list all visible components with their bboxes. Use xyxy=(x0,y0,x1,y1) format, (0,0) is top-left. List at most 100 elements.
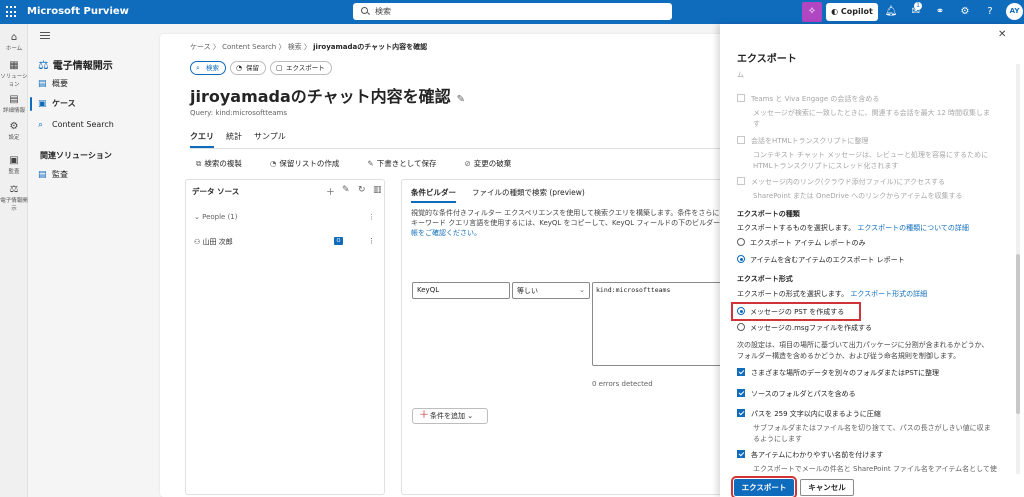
builder-tabs: 条件ビルダー ファイルの種類で検索 (preview) xyxy=(411,187,601,198)
html-desc2: HTMLトランスクリプトにスレッド化されます xyxy=(753,162,899,170)
rail-ediscovery[interactable]: ⚖ 電子情報開示 xyxy=(0,184,28,212)
teams-checkbox[interactable]: Teams と Viva Engage の会話を含める xyxy=(737,94,879,104)
add-condition-button[interactable]: ＋条件を追加 ⌄ xyxy=(412,408,488,424)
operator-select[interactable]: 等しい ⌄ xyxy=(512,282,590,299)
export-type-link[interactable]: エクスポートの種類についての詳細 xyxy=(857,224,969,232)
duplicate-search-button[interactable]: ⧉ 検索の複製 xyxy=(196,159,256,168)
add-icon[interactable]: ＋ xyxy=(326,185,335,198)
organize-checkbox[interactable]: さまざまな場所のデータを別々のフォルダまたはPSTに整理 xyxy=(737,368,939,378)
tab-file-type[interactable]: ファイルの種類で検索 (preview) xyxy=(472,188,585,197)
builder-desc-link[interactable]: 帳をご確認ください。 xyxy=(411,228,731,238)
opt-a-label: さまざまな場所のデータを別々のフォルダまたはPSTに整理 xyxy=(751,369,939,377)
compress-path-checkbox[interactable]: パスを 259 文字以内に収まるように圧縮 xyxy=(737,409,881,419)
settings-desc1: 次の設定は、項目の場所に基づいて出力パッケージに分割が含まれるかどうか、 xyxy=(737,341,989,349)
cancel-button[interactable]: キャンセル xyxy=(800,479,854,496)
pill-search[interactable]: ⌕ 検索 xyxy=(190,61,226,75)
edit-icon[interactable]: ✎ xyxy=(342,185,350,195)
nav-item-audit[interactable]: ▤ 監査 xyxy=(38,167,138,183)
checkbox-checked[interactable] xyxy=(737,450,745,458)
opt-c-desc2: るようにします xyxy=(753,435,802,443)
rail-learn[interactable]: ▤ 詳細情報 xyxy=(0,94,28,114)
export-icon: ▢ xyxy=(276,64,283,72)
nav-item-cases[interactable]: ▣ ケース xyxy=(38,96,138,112)
rail-ediscovery-label: 電子情報開示 xyxy=(0,198,28,212)
field-select[interactable]: KeyQL xyxy=(412,282,510,299)
gear-icon[interactable]: ⚙ xyxy=(958,5,972,19)
app-launcher-icon[interactable] xyxy=(6,6,18,18)
create-hold-button[interactable]: ◔ 保留リストの作成 xyxy=(270,159,354,168)
tab-statistics[interactable]: 統計 xyxy=(226,131,242,142)
export-format-link[interactable]: エクスポート形式の詳細 xyxy=(850,290,927,298)
solutions-icon: ▦ xyxy=(9,60,19,71)
breadcrumb-search[interactable]: 検索 xyxy=(288,43,302,51)
include-folders-checkbox[interactable]: ソースのフォルダとパスを含める xyxy=(737,389,856,399)
checkbox[interactable] xyxy=(737,94,745,102)
copilot-button[interactable]: ◐ Copilot xyxy=(826,3,878,21)
plus-icon: ＋ xyxy=(419,410,429,421)
tab-sample[interactable]: サンプル xyxy=(254,131,286,142)
pill-export[interactable]: ▢ エクスポート xyxy=(270,61,332,75)
nav-item-content-search[interactable]: ⌕ Content Search xyxy=(38,117,138,133)
checkbox-checked[interactable] xyxy=(737,368,745,376)
checkbox[interactable] xyxy=(737,177,745,185)
tab-condition-builder[interactable]: 条件ビルダー xyxy=(411,188,456,197)
avatar[interactable]: AY xyxy=(1006,3,1023,20)
chevron-down-icon: ⌄ xyxy=(579,286,585,294)
main-card: ケース 〉 Content Search 〉 検索 〉 jiroyamadaのチ… xyxy=(160,34,760,497)
breadcrumb-cases[interactable]: ケース xyxy=(190,43,211,51)
discard-changes-button[interactable]: ⊘ 変更の破棄 xyxy=(464,159,525,168)
brand-name[interactable]: Microsoft Purview xyxy=(27,6,129,17)
links-checkbox[interactable]: メッセージ内のリンク(クラウド添付ファイル)にアクセスする xyxy=(737,177,945,187)
pill-hold[interactable]: ◔ 保留 xyxy=(230,61,266,75)
security-copilot-icon[interactable]: ✧ xyxy=(802,2,822,22)
query-tabs: クエリ 統計 サンプル xyxy=(190,131,298,148)
rail-solutions[interactable]: ▦ ソリューション xyxy=(0,60,28,88)
export-button[interactable]: エクスポート xyxy=(731,476,797,497)
checkbox[interactable] xyxy=(737,136,745,144)
radio[interactable] xyxy=(737,238,745,246)
breadcrumb: ケース 〉 Content Search 〉 検索 〉 jiroyamadaのチ… xyxy=(190,43,428,51)
edit-icon[interactable]: ✎ xyxy=(457,94,465,105)
nav-item-overview[interactable]: ▤ 概要 xyxy=(38,76,138,92)
close-icon[interactable]: ✕ xyxy=(998,29,1006,40)
more-icon[interactable]: ⋮ xyxy=(368,213,375,221)
friendly-name-checkbox[interactable]: 各アイテムにわかりやすい名前を付けます xyxy=(737,450,883,460)
tab-query[interactable]: クエリ xyxy=(190,131,214,148)
left-rail: ⌂ ホーム ▦ ソリューション ▤ 詳細情報 ⚙ 設定 ▣ 監査 ⚖ 電子情報開示 xyxy=(0,24,28,497)
rail-learn-label: 詳細情報 xyxy=(2,108,25,114)
scrollbar[interactable] xyxy=(1016,64,1020,474)
save-draft-button[interactable]: ✎ 下書きとして保存 xyxy=(367,159,450,168)
manage-icon[interactable]: ▥ xyxy=(373,185,382,195)
checkbox-checked[interactable] xyxy=(737,409,745,417)
teams-desc: メッセージが検索に一致したときに、関連する会話を最大 12 時間収集しま xyxy=(753,109,991,117)
rail-home[interactable]: ⌂ ホーム xyxy=(0,32,28,52)
create-hold-label: 保留リストの作成 xyxy=(279,159,340,168)
query-value-input[interactable]: kind:microsoftteams xyxy=(592,282,727,366)
format-option-msg[interactable]: メッセージの.msgファイルを作成する xyxy=(737,323,872,333)
type-option-with-items[interactable]: アイテムを含むアイテムのエクスポート レポート xyxy=(737,255,905,265)
radio[interactable] xyxy=(737,323,745,331)
rail-audit[interactable]: ▣ 監査 xyxy=(0,155,28,175)
builder-desc-line2: キーワード クエリ言語を使用するには、KeyQL をコピーして、KeyQL フィ… xyxy=(411,219,721,227)
search-placeholder: 検索 xyxy=(375,7,391,16)
type-option-report-only[interactable]: エクスポート アイテム レポートのみ xyxy=(737,238,866,248)
html-transcript-checkbox[interactable]: 会話をHTMLトランスクリプトに整理 xyxy=(737,136,868,146)
people-group[interactable]: ⌄ People (1) ⋮ xyxy=(194,213,375,221)
rail-settings[interactable]: ⚙ 設定 xyxy=(0,121,28,141)
user-name: 山田 次郎 xyxy=(202,238,233,246)
bell-icon[interactable]: 🔔︎ xyxy=(884,5,898,19)
breadcrumb-content-search[interactable]: Content Search xyxy=(222,43,276,51)
more-icon[interactable]: ⋮ xyxy=(368,237,375,245)
export-type-desc: エクスポートするものを選択します。 エクスポートの種類についての詳細 xyxy=(737,223,969,233)
hamburger-icon[interactable] xyxy=(40,32,50,39)
global-search-input[interactable]: 検索 xyxy=(353,3,672,20)
network-icon[interactable]: ⚭ xyxy=(933,5,947,19)
radio-selected[interactable] xyxy=(737,255,745,263)
teams-label: Teams と Viva Engage の会話を含める xyxy=(751,95,880,103)
checkbox-checked[interactable] xyxy=(737,389,745,397)
help-icon[interactable]: ? xyxy=(983,5,997,19)
notification-badge: 1 xyxy=(914,2,922,10)
user-row[interactable]: ⚇ 山田 次郎 O ⋮ xyxy=(194,237,384,247)
scrollbar-thumb[interactable] xyxy=(1016,254,1020,414)
refresh-icon[interactable]: ↻ xyxy=(358,185,366,195)
